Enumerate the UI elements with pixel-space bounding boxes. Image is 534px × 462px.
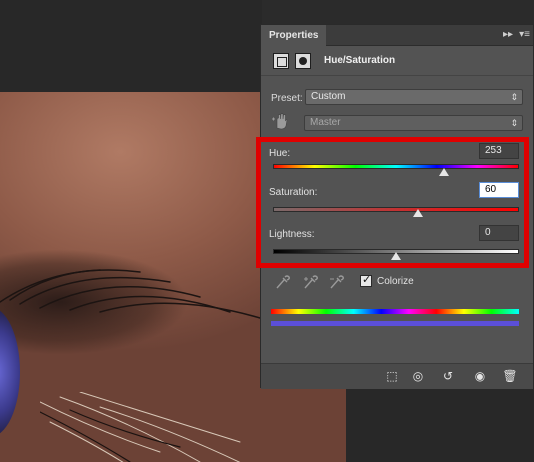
- saturation-label: Saturation:: [269, 187, 318, 198]
- chevron-updown-icon: ⇕: [510, 92, 518, 102]
- layer-mask-icon[interactable]: [295, 53, 311, 69]
- channel-dropdown[interactable]: Master ⇕: [304, 115, 523, 131]
- hue-label: Hue:: [269, 148, 291, 159]
- saturation-slider-track[interactable]: [273, 207, 519, 212]
- clip-to-layer-icon[interactable]: ⬚: [383, 368, 401, 384]
- saturation-slider-thumb[interactable]: [413, 209, 423, 217]
- iris-region: [0, 307, 20, 437]
- properties-panel: Properties ▸▸ ▾≡ Hue/Saturation Preset: …: [260, 24, 534, 389]
- upper-eyelashes: [0, 269, 261, 319]
- channel-value: Master: [310, 117, 341, 128]
- preset-label: Preset:: [271, 93, 303, 104]
- double-chevron-right-icon[interactable]: ▸▸: [503, 29, 513, 40]
- panel-footer: ⬚ ◎ ↺ ◉ 🗑: [261, 363, 533, 389]
- hue-slider-track[interactable]: [273, 164, 519, 169]
- saturation-value-field[interactable]: 60: [479, 182, 519, 198]
- adjustment-header: Hue/Saturation: [261, 46, 533, 76]
- lightness-value-field[interactable]: 0: [479, 225, 519, 241]
- lightness-slider-thumb[interactable]: [391, 252, 401, 260]
- eye-icon[interactable]: ◉: [471, 368, 489, 384]
- adjustment-title: Hue/Saturation: [324, 55, 396, 66]
- trash-icon[interactable]: 🗑: [501, 368, 519, 384]
- lower-eyelashes: [40, 392, 241, 462]
- panel-menu-icon[interactable]: ▾≡: [519, 29, 530, 40]
- output-color-bar: [271, 321, 519, 326]
- tab-properties[interactable]: Properties: [261, 25, 327, 46]
- view-previous-state-icon[interactable]: ◎: [409, 368, 427, 384]
- targeted-adjustment-hand-icon[interactable]: [271, 111, 291, 131]
- hue-slider-thumb[interactable]: [439, 168, 449, 176]
- eyedropper-icon[interactable]: [275, 275, 291, 289]
- preset-value: Custom: [311, 91, 346, 102]
- input-color-bar: [271, 309, 519, 314]
- chevron-updown-icon: ⇕: [510, 118, 518, 128]
- preset-dropdown[interactable]: Custom ⇕: [305, 89, 523, 105]
- colorize-label: Colorize: [377, 276, 414, 287]
- lightness-label: Lightness:: [269, 229, 315, 240]
- hue-value-field[interactable]: 253: [479, 143, 519, 159]
- reset-icon[interactable]: ↺: [439, 368, 457, 384]
- eyedropper-plus-icon[interactable]: [303, 275, 319, 289]
- eyedropper-minus-icon[interactable]: [329, 275, 345, 289]
- adjustment-layer-icon[interactable]: [273, 53, 289, 69]
- panel-tab-bar: Properties ▸▸ ▾≡: [261, 25, 533, 46]
- colorize-checkbox[interactable]: [360, 273, 372, 287]
